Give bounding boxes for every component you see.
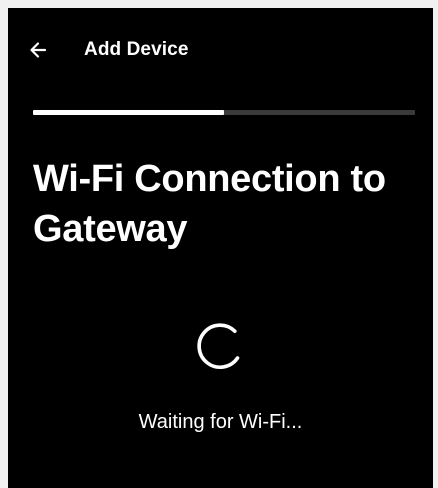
page-title: Add Device [84,39,189,60]
progress-bar-fill [33,110,224,115]
app-bar: Add Device [8,28,433,72]
status-message: Waiting for Wi-Fi... [138,411,303,433]
progress-bar [33,110,415,115]
loading-spinner-icon [189,313,253,377]
step-heading: Wi-Fi Connection to Gateway [33,158,386,250]
arrow-left-icon [28,40,48,60]
back-button[interactable] [22,34,54,66]
app-screen: Add Device Wi-Fi Connection to Gateway W… [8,8,433,488]
